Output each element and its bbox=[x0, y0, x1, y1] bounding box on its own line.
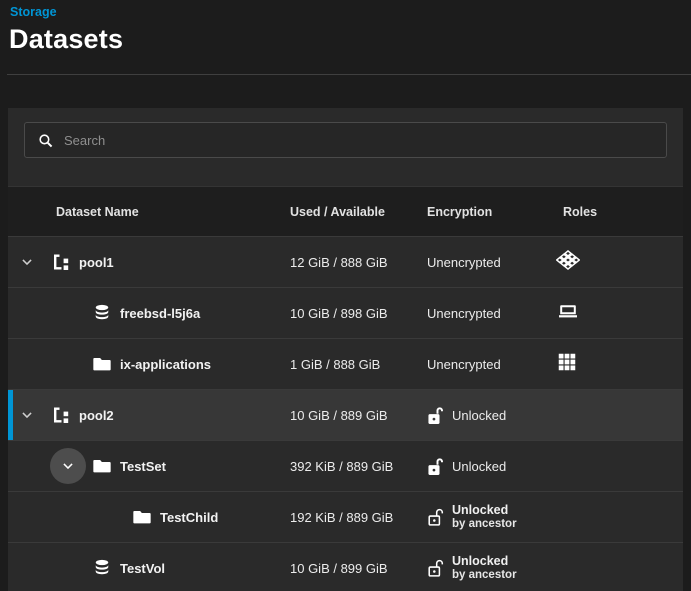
encryption-status: Unencrypted bbox=[427, 306, 501, 321]
dataset-name: freebsd-l5j6a bbox=[120, 306, 200, 321]
selected-row-indicator bbox=[8, 390, 13, 440]
encryption-status: Unencrypted bbox=[427, 255, 501, 270]
column-header-encryption: Encryption bbox=[427, 205, 555, 219]
chevron-down-icon bbox=[20, 255, 34, 269]
table-row-testset[interactable]: TestSet 392 KiB / 889 GiB Unlocked bbox=[8, 440, 683, 491]
expander-spacer bbox=[50, 295, 86, 331]
dataset-name: TestSet bbox=[120, 459, 166, 474]
used-available-value: 1 GiB / 888 GiB bbox=[290, 357, 427, 372]
encryption-status: Unlocked bbox=[452, 459, 506, 474]
table-row-pool2[interactable]: pool2 10 GiB / 889 GiB Unlocked bbox=[8, 389, 683, 440]
encryption-substatus: by ancestor bbox=[452, 569, 517, 582]
folder-icon bbox=[92, 456, 112, 476]
lock-open-outline-icon bbox=[427, 507, 444, 528]
chevron-down-icon bbox=[61, 459, 75, 473]
lock-open-icon bbox=[427, 405, 444, 426]
dataset-tree-icon bbox=[51, 252, 71, 272]
weave-icon bbox=[556, 248, 580, 277]
search-input[interactable] bbox=[64, 133, 656, 148]
lock-open-icon bbox=[427, 456, 444, 477]
collapse-row-button[interactable] bbox=[9, 244, 45, 280]
used-available-value: 192 KiB / 889 GiB bbox=[290, 510, 427, 525]
table-row-pool1[interactable]: pool1 12 GiB / 888 GiB Unencrypted bbox=[8, 236, 683, 287]
dataset-name: TestVol bbox=[120, 561, 165, 576]
encryption-substatus: by ancestor bbox=[452, 518, 517, 531]
used-available-value: 392 KiB / 889 GiB bbox=[290, 459, 427, 474]
apps-grid-icon bbox=[556, 351, 578, 378]
lock-open-outline-icon bbox=[427, 558, 444, 579]
column-header-roles: Roles bbox=[555, 205, 683, 219]
dataset-name: ix-applications bbox=[120, 357, 211, 372]
column-header-used-available: Used / Available bbox=[290, 205, 427, 219]
laptop-icon bbox=[556, 299, 580, 328]
encryption-status: Unlocked bbox=[452, 554, 517, 568]
breadcrumb-storage-link[interactable]: Storage bbox=[10, 5, 57, 19]
used-available-value: 10 GiB / 898 GiB bbox=[290, 306, 427, 321]
encryption-status: Unlocked bbox=[452, 408, 506, 423]
used-available-value: 10 GiB / 889 GiB bbox=[290, 408, 427, 423]
header-divider bbox=[7, 74, 691, 75]
dataset-name: pool1 bbox=[79, 255, 114, 270]
used-available-value: 12 GiB / 888 GiB bbox=[290, 255, 427, 270]
column-header-dataset-name: Dataset Name bbox=[8, 205, 290, 219]
datasets-page: Storage Datasets Dataset Name Used / Ava… bbox=[0, 0, 691, 591]
search-box[interactable] bbox=[24, 122, 667, 158]
table-row-freebsd-l5j6a[interactable]: freebsd-l5j6a 10 GiB / 898 GiB Unencrypt… bbox=[8, 287, 683, 338]
datasets-card: Dataset Name Used / Available Encryption… bbox=[8, 108, 683, 591]
search-icon bbox=[37, 132, 54, 149]
encryption-status: Unencrypted bbox=[427, 357, 501, 372]
folder-icon bbox=[92, 354, 112, 374]
chevron-down-icon bbox=[20, 408, 34, 422]
database-icon bbox=[92, 558, 112, 578]
dataset-name: TestChild bbox=[160, 510, 218, 525]
table-row-testvol[interactable]: TestVol 10 GiB / 899 GiB Unlocked by anc… bbox=[8, 542, 683, 591]
page-title: Datasets bbox=[9, 24, 123, 55]
collapse-row-button[interactable] bbox=[9, 397, 45, 433]
expander-spacer bbox=[90, 499, 126, 535]
table-row-testchild[interactable]: TestChild 192 KiB / 889 GiB Unlocked by … bbox=[8, 491, 683, 542]
expander-spacer bbox=[50, 346, 86, 382]
dataset-name: pool2 bbox=[79, 408, 114, 423]
folder-icon bbox=[132, 507, 152, 527]
search-section bbox=[8, 122, 683, 186]
dataset-tree-icon bbox=[51, 405, 71, 425]
encryption-status: Unlocked bbox=[452, 503, 517, 517]
table-row-ix-applications[interactable]: ix-applications 1 GiB / 888 GiB Unencryp… bbox=[8, 338, 683, 389]
collapse-row-button[interactable] bbox=[50, 448, 86, 484]
database-icon bbox=[92, 303, 112, 323]
table-header: Dataset Name Used / Available Encryption… bbox=[8, 186, 683, 236]
used-available-value: 10 GiB / 899 GiB bbox=[290, 561, 427, 576]
expander-spacer bbox=[50, 550, 86, 586]
